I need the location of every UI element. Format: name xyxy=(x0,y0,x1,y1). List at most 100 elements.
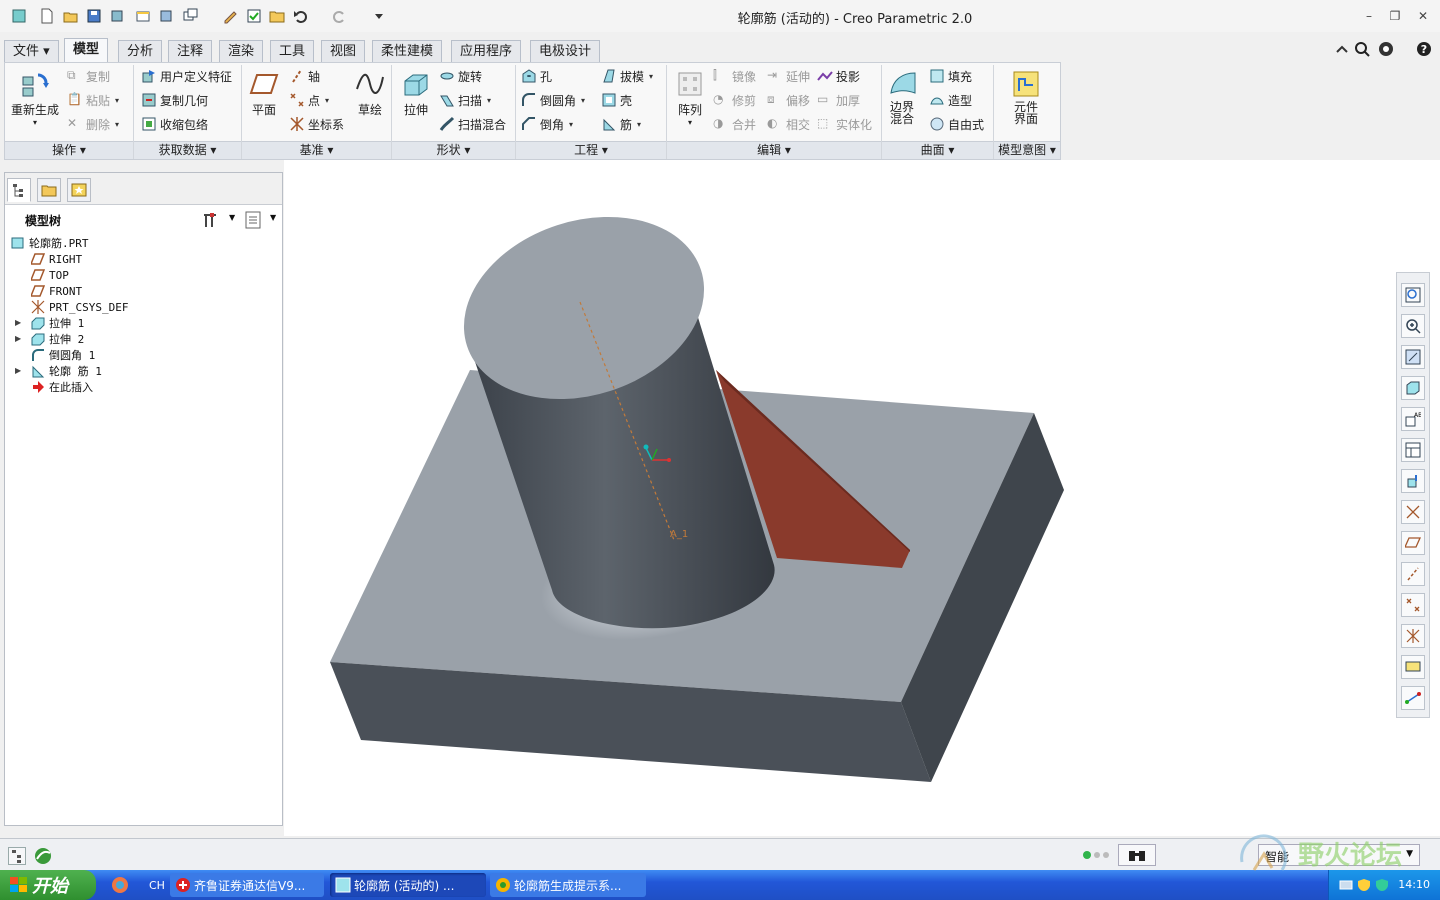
tree-item-extrude-2[interactable]: 拉伸 2 xyxy=(31,331,84,347)
trim-button[interactable]: ◔ 修剪 xyxy=(713,90,756,110)
group-surfaces[interactable]: 曲面 ▾ xyxy=(882,141,993,159)
favorites-tab[interactable] xyxy=(67,178,91,202)
tab-electrode-design[interactable]: 电极设计 xyxy=(530,40,601,62)
navigator-toggle-icon[interactable] xyxy=(8,847,26,865)
show-dropdown-icon[interactable]: ▼ xyxy=(270,213,276,222)
settings-dropdown-icon[interactable]: ▼ xyxy=(229,213,235,222)
extrude-button[interactable]: 拉伸 xyxy=(399,67,433,118)
delete-button[interactable]: ✕ 删除 ▾ xyxy=(67,114,119,134)
tab-model[interactable]: 模型 xyxy=(64,38,109,62)
shrinkwrap-button[interactable]: 收缩包络 xyxy=(141,114,208,134)
tab-file[interactable]: 文件 ▾ xyxy=(4,40,59,62)
tab-view[interactable]: 视图 xyxy=(321,40,366,62)
taskbar-item-hint[interactable]: 轮廓筋生成提示系... xyxy=(490,873,646,897)
boundary-blend-button[interactable]: 边界 混合 xyxy=(885,67,919,125)
extend-button[interactable]: ⇥ 延伸 xyxy=(767,66,810,86)
graphics-window[interactable]: A_1 xyxy=(284,160,1440,836)
help-icon[interactable]: ? xyxy=(1416,41,1432,57)
point-button[interactable]: 点 ▾ xyxy=(289,90,329,110)
folder-browser-tab[interactable] xyxy=(37,178,61,202)
merge-button[interactable]: ◑ 合并 xyxy=(713,114,756,134)
project-button[interactable]: 投影 xyxy=(817,66,860,86)
csys-button[interactable]: 坐标系 xyxy=(289,114,344,134)
tree-item-extrude-1[interactable]: 拉伸 1 xyxy=(31,315,84,331)
component-interface-button[interactable]: 元件 界面 xyxy=(1009,67,1043,125)
tree-item-insert-here[interactable]: 在此插入 xyxy=(31,379,93,395)
expand-icon[interactable]: ▶ xyxy=(15,366,25,376)
udf-button[interactable]: 用户定义特征 xyxy=(141,66,232,86)
swept-blend-button[interactable]: 扫描混合 xyxy=(439,114,506,134)
group-operations[interactable]: 操作 ▾ xyxy=(5,141,133,159)
intersect-button[interactable]: ◐ 相交 xyxy=(767,114,810,134)
tree-item-part[interactable]: 轮廓筋.PRT xyxy=(11,235,89,251)
round-button[interactable]: 倒圆角 ▾ xyxy=(521,90,585,110)
sketch-button[interactable]: 草绘 xyxy=(353,67,387,118)
tree-item-round-1[interactable]: 倒圆角 1 xyxy=(31,347,95,363)
collapse-ribbon-icon[interactable] xyxy=(1334,41,1350,57)
tab-tools[interactable]: 工具 xyxy=(270,40,315,62)
style-button[interactable]: 造型 xyxy=(929,90,972,110)
close-button[interactable]: ✕ xyxy=(1416,9,1430,23)
settings-icon[interactable] xyxy=(201,211,219,229)
minimize-button[interactable]: – xyxy=(1362,9,1376,23)
tab-annotate[interactable]: 注释 xyxy=(168,40,213,62)
quick-launch-icon[interactable] xyxy=(110,876,130,894)
copy-geometry-button[interactable]: 复制几何 xyxy=(141,90,208,110)
point-display-button[interactable] xyxy=(1401,593,1425,617)
axis-display-button[interactable] xyxy=(1401,562,1425,586)
group-get-data[interactable]: 获取数据 ▾ xyxy=(134,141,241,159)
saved-orientations-button[interactable]: AB xyxy=(1401,407,1425,431)
group-datum[interactable]: 基准 ▾ xyxy=(242,141,391,159)
taskbar-item-stock[interactable]: 齐鲁证券通达信V9... xyxy=(170,873,324,897)
csys-display-button[interactable] xyxy=(1401,624,1425,648)
annotation-display-button[interactable] xyxy=(1401,500,1425,524)
copy-button[interactable]: ⧉ 复制 xyxy=(67,66,110,86)
axis-button[interactable]: 轴 xyxy=(289,66,320,86)
start-button[interactable]: 开始 xyxy=(0,870,96,900)
tab-applications[interactable]: 应用程序 xyxy=(451,40,522,62)
tree-item-front[interactable]: FRONT xyxy=(31,283,82,299)
spin-center-button[interactable] xyxy=(1401,655,1425,679)
plane-display-button[interactable] xyxy=(1401,531,1425,555)
restore-button[interactable]: ❐ xyxy=(1388,9,1402,23)
regenerate-button[interactable]: 重新生成 ▾ xyxy=(11,67,59,127)
community-icon[interactable] xyxy=(1378,41,1394,57)
view-manager-button[interactable] xyxy=(1401,438,1425,462)
plane-button[interactable]: 平面 xyxy=(247,67,281,118)
fill-button[interactable]: 填充 xyxy=(929,66,972,86)
group-engineering[interactable]: 工程 ▾ xyxy=(516,141,666,159)
hole-button[interactable]: 孔 xyxy=(521,66,552,86)
offset-button[interactable]: ⧈ 偏移 xyxy=(767,90,810,110)
show-icon[interactable] xyxy=(245,211,261,229)
tree-item-right[interactable]: RIGHT xyxy=(31,251,82,267)
tree-item-profile-rib-1[interactable]: 轮廓 筋 1 xyxy=(31,363,102,379)
shell-button[interactable]: 壳 xyxy=(601,90,632,110)
group-editing[interactable]: 编辑 ▾ xyxy=(667,141,881,159)
draft-button[interactable]: 拔模 ▾ xyxy=(601,66,653,86)
tab-render[interactable]: 渲染 xyxy=(219,40,264,62)
paste-button[interactable]: 📋 粘贴 ▾ xyxy=(67,90,119,110)
sweep-button[interactable]: 扫描 ▾ xyxy=(439,90,491,110)
taskbar-item-creo[interactable]: 轮廓筋 (活动的) ... xyxy=(330,873,486,897)
display-style-button[interactable] xyxy=(1401,376,1425,400)
tab-flexible-modeling[interactable]: 柔性建模 xyxy=(372,40,443,62)
expand-icon[interactable]: ▶ xyxy=(15,334,25,344)
mirror-button[interactable]: ⫿ 镜像 xyxy=(713,66,756,86)
tab-analysis[interactable]: 分析 xyxy=(118,40,163,62)
solidify-button[interactable]: ⬚ 实体化 xyxy=(817,114,872,134)
zoom-out-button[interactable] xyxy=(1401,345,1425,369)
chamfer-button[interactable]: 倒角 ▾ xyxy=(521,114,573,134)
revolve-button[interactable]: 旋转 xyxy=(439,66,482,86)
view-normal-button[interactable] xyxy=(1401,686,1425,710)
search-icon[interactable] xyxy=(1354,41,1370,57)
perspective-button[interactable] xyxy=(1401,469,1425,493)
group-shapes[interactable]: 形状 ▾ xyxy=(392,141,515,159)
freestyle-button[interactable]: 自由式 xyxy=(929,114,984,134)
refit-button[interactable] xyxy=(1401,283,1425,307)
zoom-in-button[interactable] xyxy=(1401,314,1425,338)
find-button[interactable] xyxy=(1118,844,1156,866)
rib-button[interactable]: 筋 ▾ xyxy=(601,114,641,134)
model-tree-tab[interactable] xyxy=(7,178,31,202)
language-indicator[interactable]: CH xyxy=(149,879,165,892)
group-model-intent[interactable]: 模型意图 ▾ xyxy=(994,141,1060,159)
